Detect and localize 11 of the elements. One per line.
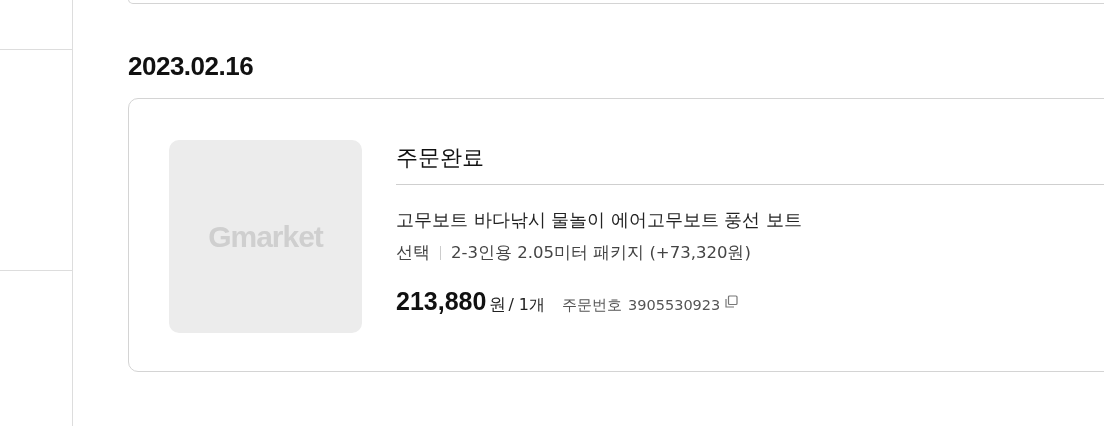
order-date: 2023.02.16 [128,50,255,83]
order-number-label: 주문번호 [562,296,623,315]
product-name[interactable]: 고무보트 바다낚시 물놀이 에어고무보트 풍선 보트 [396,207,1104,233]
price: 213,880 [396,287,487,316]
price-unit: 원 [489,293,507,316]
order-number: 3905530923 [628,297,721,313]
option-label: 선택 [396,242,430,264]
option-value: 2-3인용 2.05미터 패키지 (+73,320원) [451,242,751,264]
quantity: / 1개 [508,295,546,316]
copy-icon[interactable] [725,295,739,308]
order-status: 주문완료 [396,140,1104,185]
